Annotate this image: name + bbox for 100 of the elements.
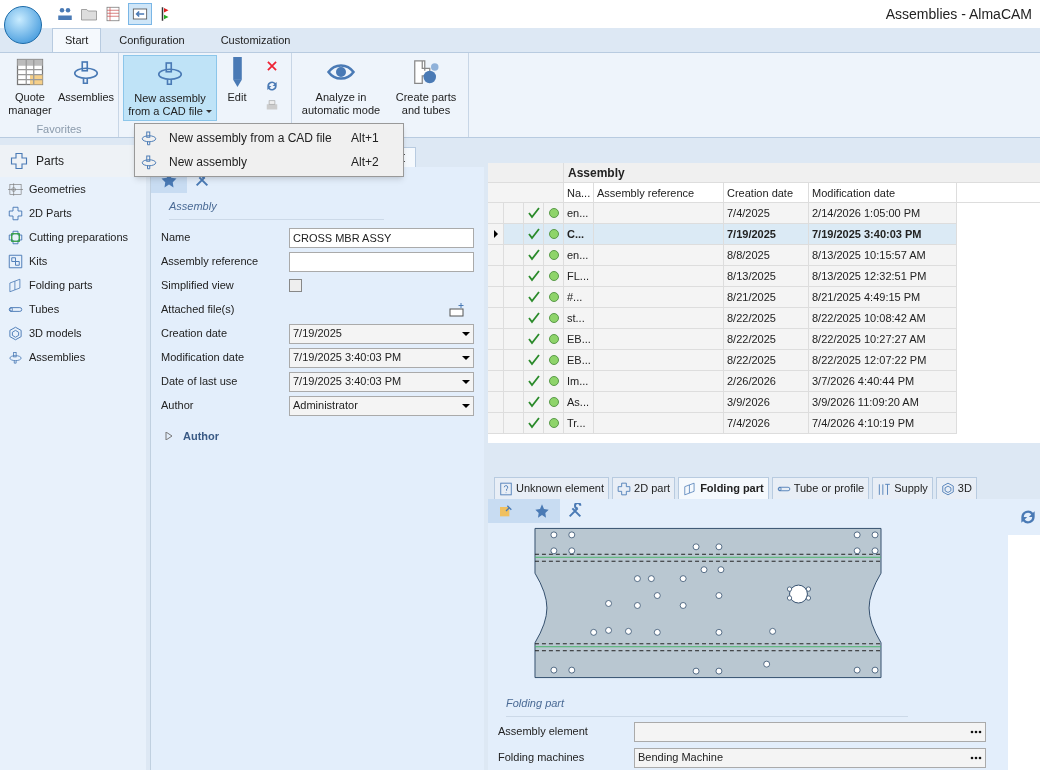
table-row[interactable]: Im... 2/26/2026 3/7/2026 4:40:44 PM [488,371,957,392]
ribbon-tab[interactable]: Configuration [101,28,203,52]
attach-file-icon[interactable] [449,301,465,318]
ribbon-button[interactable]: Create parts and tubes [388,55,464,121]
section-title: Folding part [506,695,908,717]
table-row[interactable]: As... 3/9/2026 3/9/2026 11:09:20 AM [488,392,957,413]
table-cell: 3/7/2026 4:40:44 PM [809,371,957,391]
folding-icon [8,277,23,293]
table-cell: 7/4/2026 [724,413,809,433]
table-cell: 8/13/2025 10:15:57 AM [809,245,957,265]
sidebar-item[interactable]: 2D Parts [29,204,72,222]
dropdown-field[interactable]: 7/19/2025 [289,323,474,344]
group-header: Assembly [567,165,626,182]
dropdown-field[interactable]: 7/19/2025 3:40:03 PM [289,347,474,368]
column-header[interactable]: Na... [564,183,594,202]
window-title: Assemblies - AlmaCAM [885,4,1032,24]
text-field[interactable] [289,251,474,272]
sidebar-item[interactable]: Tubes [29,300,60,318]
table-cell: 8/13/2025 12:32:51 PM [809,266,957,286]
table-cell: st... [564,308,594,328]
table-row[interactable]: #... 8/21/2025 8/21/2025 4:49:15 PM [488,287,957,308]
sidebar-item[interactable]: Folding parts [29,276,93,294]
menu-item[interactable]: New assembly Alt+2 [135,150,403,174]
expand-arrow-icon[interactable] [165,431,173,440]
element-tab[interactable]: Supply [872,477,933,499]
list-icon[interactable] [104,5,122,23]
table-row[interactable]: en... 7/4/2025 2/14/2026 1:05:00 PM [488,203,957,224]
ribbon-tab[interactable]: Start [52,28,102,52]
cross-shape-icon [617,481,632,496]
table-cell: FL... [564,266,594,286]
menu-item[interactable]: New assembly from a CAD file Alt+1 [135,126,403,150]
ribbon-button[interactable]: Analyze in automatic mode [296,55,386,121]
table-row[interactable]: C... 7/19/2025 7/19/2025 3:40:03 PM [488,224,957,245]
table-cell: 8/22/2025 [724,308,809,328]
element-tab[interactable]: 2D part [612,477,676,499]
sidebar-item[interactable]: Assemblies [29,348,86,366]
folding-icon [683,481,698,496]
sidebar-item[interactable]: Kits [29,252,48,270]
element-tab[interactable]: Unknown element [494,477,610,499]
table-cell: EB... [564,329,594,349]
table-cell: Im... [564,371,594,391]
dropdown-field[interactable]: 7/19/2025 3:40:03 PM [289,371,474,392]
column-header[interactable]: Modification date [809,183,957,202]
field-label: Assembly reference [161,254,260,270]
table-row[interactable]: Tr... 7/4/2026 7/4/2026 4:10:19 PM [488,413,957,434]
table-cell: 8/22/2025 10:08:42 AM [809,308,957,328]
browse-field[interactable] [634,721,986,742]
table-row[interactable]: FL... 8/13/2025 8/13/2025 12:32:51 PM [488,266,957,287]
table-cell: 8/21/2025 4:49:15 PM [809,287,957,307]
sidebar-item[interactable]: Cutting preparations [29,228,129,246]
assembly-icon [140,129,158,147]
ribbon-button[interactable]: New assembly from a CAD file [123,55,217,121]
field-label: Attached file(s) [161,302,236,318]
element-tab[interactable]: Folding part [678,477,769,499]
checkbox[interactable] [289,279,302,292]
field-label: Simplified view [161,278,235,294]
table-cell: en... [564,203,594,223]
browse-field[interactable]: Bending Machine [634,747,986,768]
element-tab[interactable]: Tube or profile [771,477,870,499]
more-icon[interactable] [970,755,982,760]
table-cell: 2/26/2026 [724,371,809,391]
table-row[interactable]: EB... 8/22/2025 8/22/2025 10:27:27 AM [488,329,957,350]
table-row[interactable]: EB... 8/22/2025 8/22/2025 12:07:22 PM [488,350,957,371]
cutting-icon [8,229,23,245]
more-icon[interactable] [970,729,982,734]
printer-icon[interactable] [265,99,279,113]
field-label: Date of last use [161,374,239,390]
table-row[interactable]: en... 8/8/2025 8/13/2025 10:15:57 AM [488,245,957,266]
cross-shape-icon [10,152,28,170]
assembly-icon [8,349,23,365]
text-field[interactable]: CROSS MBR ASSY [289,227,474,248]
sidebar-header[interactable]: Parts [36,152,64,170]
column-header[interactable]: Creation date [724,183,809,202]
field-label: Creation date [161,326,229,342]
table-cell: 3/9/2026 11:09:20 AM [809,392,957,412]
element-tab[interactable]: 3D [935,477,977,499]
table-icon [15,57,45,87]
field-label: Author [161,398,195,414]
users-icon[interactable] [56,5,74,23]
table-cell: 8/8/2025 [724,245,809,265]
table-cell: 8/22/2025 12:07:22 PM [809,350,957,370]
table-cell: As... [564,392,594,412]
app-logo-icon[interactable] [4,6,42,44]
row-indicator-cell[interactable] [488,224,504,244]
ribbon-tab[interactable]: Customization [202,28,309,52]
column-header[interactable]: Assembly reference [594,183,724,202]
table-row[interactable]: st... 8/22/2025 8/22/2025 10:08:42 AM [488,308,957,329]
dropdown-field[interactable]: Administrator [289,395,474,416]
group-label: Favorites [35,122,83,137]
section-title: Assembly [169,198,384,220]
expander-title[interactable]: Author [183,427,220,444]
ribbon-button[interactable]: Edit [219,55,255,121]
ribbon-button[interactable]: Quote manager [4,55,56,121]
sidebar-item[interactable]: Geometries [29,180,86,198]
pencil-icon [232,57,242,87]
sidebar-item[interactable]: 3D models [29,324,82,342]
ribbon-button[interactable]: Assemblies [58,55,114,121]
delete-icon[interactable] [265,59,279,73]
table-cell: 8/22/2025 [724,329,809,349]
assembly-icon [140,153,158,171]
